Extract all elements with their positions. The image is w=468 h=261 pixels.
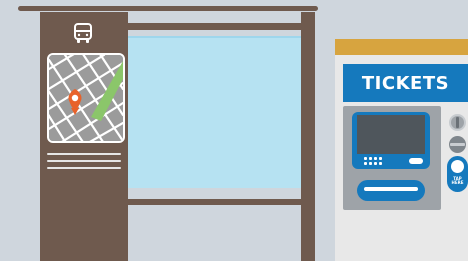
shelter-bottom-rail xyxy=(127,199,302,205)
shelter-roof xyxy=(18,6,318,11)
keypad-key[interactable] xyxy=(364,162,367,165)
ticket-dispenser-opening xyxy=(364,187,418,191)
info-line xyxy=(47,167,121,169)
kiosk-keypad[interactable] xyxy=(364,157,384,167)
bus-stop-scene: TICKETS TAP HERE xyxy=(0,0,468,261)
shelter-right-post xyxy=(301,12,315,261)
keypad-key[interactable] xyxy=(374,157,377,160)
tickets-header: TICKETS xyxy=(343,64,468,102)
info-line xyxy=(47,160,121,162)
info-line xyxy=(47,153,121,155)
keypad-key[interactable] xyxy=(369,162,372,165)
tickets-title: TICKETS xyxy=(361,72,450,94)
bus-icon xyxy=(71,22,95,46)
tap-icon xyxy=(451,160,464,173)
keypad-enter-key[interactable] xyxy=(409,158,423,164)
shelter-glass-panel xyxy=(127,36,302,188)
neighborhood-map xyxy=(47,53,125,143)
card-slot-opening xyxy=(450,143,465,146)
keypad-key[interactable] xyxy=(379,157,382,160)
info-text-lines xyxy=(47,153,121,173)
tap-here-label: TAP HERE xyxy=(451,176,464,185)
coin-slot-opening xyxy=(456,117,459,128)
keypad-key[interactable] xyxy=(374,162,377,165)
kiosk-screen[interactable] xyxy=(357,115,425,154)
shelter-top-beam xyxy=(127,23,302,30)
keypad-key[interactable] xyxy=(369,157,372,160)
keypad-key[interactable] xyxy=(364,157,367,160)
ticket-machine-top xyxy=(335,39,468,55)
keypad-key[interactable] xyxy=(379,162,382,165)
